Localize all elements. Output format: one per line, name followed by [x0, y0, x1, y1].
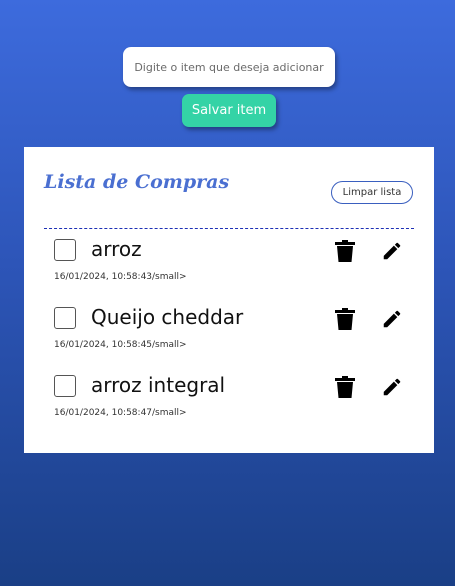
- item-name: arroz: [91, 237, 142, 261]
- item-name: arroz integral: [91, 373, 226, 397]
- trash-icon[interactable]: [333, 375, 357, 399]
- clear-list-button[interactable]: Limpar lista: [331, 181, 413, 204]
- item-checkbox[interactable]: [54, 375, 76, 397]
- divider: [44, 228, 414, 229]
- item-name: Queijo cheddar: [91, 305, 244, 329]
- list-item: Queijo cheddar 16/01/2024, 10:58:45/smal…: [54, 305, 404, 357]
- item-date: 16/01/2024, 10:58:47/small>: [54, 408, 187, 418]
- list-item: arroz 16/01/2024, 10:58:43/small>: [54, 237, 404, 289]
- pencil-icon[interactable]: [380, 375, 404, 399]
- trash-icon[interactable]: [333, 239, 357, 263]
- save-item-button[interactable]: Salvar item: [182, 94, 276, 127]
- trash-icon[interactable]: [333, 307, 357, 331]
- item-input-container: [123, 47, 335, 87]
- list-title: Lista de Compras: [44, 171, 230, 193]
- shopping-list-card: Lista de Compras Limpar lista arroz 16/0…: [24, 147, 434, 453]
- pencil-icon[interactable]: [380, 239, 404, 263]
- item-date: 16/01/2024, 10:58:43/small>: [54, 272, 187, 282]
- list-item: arroz integral 16/01/2024, 10:58:47/smal…: [54, 373, 404, 425]
- pencil-icon[interactable]: [380, 307, 404, 331]
- item-checkbox[interactable]: [54, 307, 76, 329]
- item-checkbox[interactable]: [54, 239, 76, 261]
- item-input[interactable]: [127, 59, 331, 75]
- item-date: 16/01/2024, 10:58:45/small>: [54, 340, 187, 350]
